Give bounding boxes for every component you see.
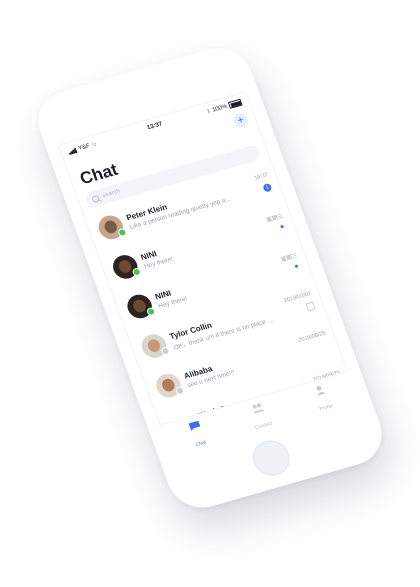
offline-indicator bbox=[160, 346, 171, 356]
search-placeholder: search bbox=[101, 188, 122, 200]
avatar bbox=[95, 212, 128, 242]
avatar bbox=[138, 331, 171, 361]
unread-dot bbox=[280, 224, 285, 229]
chat-time: 2019/08/25 bbox=[297, 330, 327, 344]
avatar bbox=[109, 252, 142, 282]
unread-badge: 1 bbox=[262, 182, 273, 193]
add-chat-button[interactable]: + bbox=[231, 111, 250, 129]
battery-percent: 100% bbox=[211, 103, 229, 114]
contacts-icon bbox=[252, 403, 265, 414]
offline-indicator bbox=[174, 385, 186, 396]
search-icon bbox=[91, 194, 101, 203]
battery-icon bbox=[227, 98, 243, 109]
avatar bbox=[124, 291, 157, 322]
phone-mockup: Y&F ⌔ 13:37 ᛒ 100% + Chat search Peter K… bbox=[28, 40, 392, 516]
online-indicator bbox=[117, 227, 128, 238]
profile-icon bbox=[316, 385, 327, 396]
stage: Y&F ⌔ 13:37 ᛒ 100% + Chat search Peter K… bbox=[0, 0, 420, 587]
avatar bbox=[152, 370, 186, 401]
mute-icon bbox=[305, 301, 316, 312]
avatar-face bbox=[117, 258, 134, 275]
chat-icon bbox=[188, 420, 200, 432]
avatar-face bbox=[131, 298, 148, 314]
bluetooth-icon: ᛒ bbox=[206, 108, 212, 115]
online-indicator bbox=[131, 267, 142, 277]
chat-time: 星期三 bbox=[280, 253, 299, 264]
status-right: ᛒ 100% bbox=[206, 98, 243, 115]
unread-dot bbox=[294, 264, 299, 269]
avatar-face bbox=[102, 219, 119, 235]
online-indicator bbox=[145, 306, 157, 317]
chat-time: 星期三 bbox=[265, 213, 285, 224]
chat-time: 19:37 bbox=[253, 172, 270, 182]
avatar-face bbox=[160, 377, 177, 393]
avatar-face bbox=[145, 337, 162, 354]
